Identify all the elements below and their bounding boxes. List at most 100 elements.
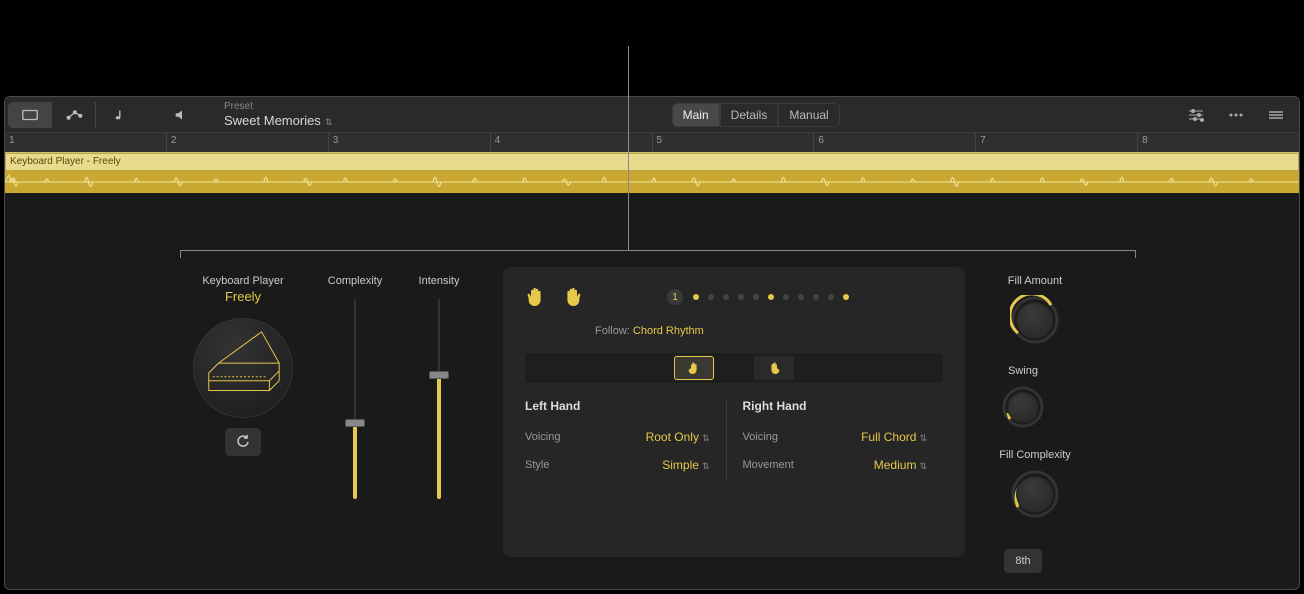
bar-marker: 6 <box>813 133 975 152</box>
settings-icon[interactable] <box>1179 103 1213 127</box>
fill-complexity-knob[interactable] <box>1010 469 1060 519</box>
fill-amount-block: Fill Amount <box>995 275 1075 345</box>
swing-division-button[interactable]: 8th <box>1004 549 1042 573</box>
beat-dot[interactable] <box>693 294 699 300</box>
swing-label: Swing <box>995 365 1051 377</box>
beat-dot[interactable] <box>723 294 729 300</box>
preset-label: Preset <box>224 101 332 113</box>
tab-main[interactable]: Main <box>672 103 720 127</box>
beat-dot[interactable] <box>768 294 774 300</box>
follow-value[interactable]: Chord Rhythm <box>633 325 704 337</box>
editor-window: Preset Sweet Memories⇅ Main Details Manu… <box>4 96 1300 590</box>
cell-display-mode-group <box>8 102 140 128</box>
lh-style-selector[interactable]: Simple⇅ <box>662 458 709 472</box>
instrument-thumbnail[interactable] <box>193 318 293 418</box>
note-icon <box>109 108 127 122</box>
swing-knob[interactable] <box>1001 385 1045 429</box>
beat-dot[interactable] <box>843 294 849 300</box>
player-controls: Keyboard Player Freely <box>183 267 483 557</box>
fill-complexity-block: Fill Complexity <box>995 449 1075 519</box>
player-block: Keyboard Player Freely <box>183 275 303 456</box>
timeline-ruler[interactable]: 1 2 3 4 5 6 7 8 <box>5 133 1299 153</box>
beat-dot[interactable] <box>753 294 759 300</box>
beat-dot[interactable] <box>828 294 834 300</box>
left-hand-column: Left Hand VoicingRoot Only⇅ StyleSimple⇅ <box>525 399 726 479</box>
preset-name: Sweet Memories⇅ <box>224 113 332 129</box>
right-hand-column: Right Hand VoicingFull Chord⇅ MovementMe… <box>726 399 944 479</box>
hand-mode-bar <box>525 353 943 383</box>
region-view-button[interactable] <box>8 102 52 128</box>
audition-button[interactable] <box>160 102 204 128</box>
piano-icon <box>199 324 287 412</box>
fill-amount-label: Fill Amount <box>995 275 1075 287</box>
rh-movement-label: Movement <box>743 459 794 471</box>
left-hand-small-icon <box>688 361 700 375</box>
player-type-label: Keyboard Player <box>183 275 303 287</box>
bar-marker: 7 <box>975 133 1137 152</box>
tab-details[interactable]: Details <box>720 103 779 127</box>
more-icon[interactable] <box>1219 103 1253 127</box>
menu-icon[interactable] <box>1259 103 1293 127</box>
follow-label: Follow: <box>595 325 630 337</box>
bar-marker: 2 <box>166 133 328 152</box>
intensity-slider-block: Intensity <box>407 275 471 499</box>
view-tabs: Main Details Manual <box>672 103 840 127</box>
regenerate-button[interactable] <box>225 428 261 456</box>
rh-movement-selector[interactable]: Medium⇅ <box>874 458 927 472</box>
chevron-updown-icon: ⇅ <box>919 461 927 471</box>
beat-dot[interactable] <box>738 294 744 300</box>
fill-amount-knob[interactable] <box>1010 295 1060 345</box>
chevron-updown-icon: ⇅ <box>702 433 710 443</box>
lh-voicing-label: Voicing <box>525 431 560 443</box>
left-hand-mode-button[interactable] <box>674 356 714 380</box>
chevron-updown-icon: ⇅ <box>919 433 927 443</box>
lh-voicing-selector[interactable]: Root Only⇅ <box>646 430 710 444</box>
beat-count-badge: 1 <box>667 289 683 305</box>
beat-indicator-row: 1 <box>667 289 943 305</box>
pattern-top-row: 1 <box>525 285 943 309</box>
rh-voicing-selector[interactable]: Full Chord⇅ <box>861 430 927 444</box>
rh-voicing-label: Voicing <box>743 431 778 443</box>
bar-marker: 5 <box>652 133 814 152</box>
complexity-slider-block: Complexity <box>323 275 387 499</box>
bar-marker: 3 <box>328 133 490 152</box>
flex-view-button[interactable] <box>96 102 140 128</box>
left-hand-icon[interactable] <box>525 285 547 309</box>
toolbar: Preset Sweet Memories⇅ Main Details Manu… <box>5 97 1299 133</box>
automation-icon <box>65 108 83 122</box>
knob-column: Fill Amount Swing Fill Complexity <box>985 267 1135 557</box>
left-hand-title: Left Hand <box>525 399 710 413</box>
region-waveform[interactable] <box>5 171 1299 193</box>
pattern-panel: 1 Follow: Chord Rhythm Left Hand <box>503 267 965 557</box>
refresh-icon <box>236 435 250 449</box>
tab-manual[interactable]: Manual <box>778 103 839 127</box>
intensity-slider[interactable] <box>436 299 442 499</box>
region-clip[interactable]: Keyboard Player - Freely <box>5 153 1299 171</box>
hand-settings: Left Hand VoicingRoot Only⇅ StyleSimple⇅… <box>525 399 943 479</box>
follow-label-row: Follow: Chord Rhythm <box>595 325 943 337</box>
bar-marker: 4 <box>490 133 652 152</box>
beat-dots[interactable] <box>693 294 849 300</box>
speaker-icon <box>173 108 191 122</box>
complexity-slider[interactable] <box>352 299 358 499</box>
bar-marker: 1 <box>5 133 166 152</box>
bar-marker: 8 <box>1137 133 1299 152</box>
preset-selector[interactable]: Preset Sweet Memories⇅ <box>224 101 332 129</box>
right-hand-small-icon <box>768 361 780 375</box>
swing-division-block: 8th <box>995 539 1051 573</box>
beat-dot[interactable] <box>798 294 804 300</box>
session-player-editor: Keyboard Player Freely <box>183 267 1135 557</box>
waveform-icon <box>5 171 1299 193</box>
player-style-name: Freely <box>183 289 303 304</box>
beat-dot[interactable] <box>813 294 819 300</box>
swing-block: Swing <box>995 365 1051 429</box>
beat-dot[interactable] <box>708 294 714 300</box>
toolbar-right <box>1179 103 1293 127</box>
chevron-updown-icon: ⇅ <box>702 461 710 471</box>
right-hand-icon[interactable] <box>561 285 583 309</box>
chevron-updown-icon: ⇅ <box>325 117 333 127</box>
beat-dot[interactable] <box>783 294 789 300</box>
automation-view-button[interactable] <box>52 102 96 128</box>
fill-complexity-label: Fill Complexity <box>995 449 1075 461</box>
right-hand-mode-button[interactable] <box>754 356 794 380</box>
